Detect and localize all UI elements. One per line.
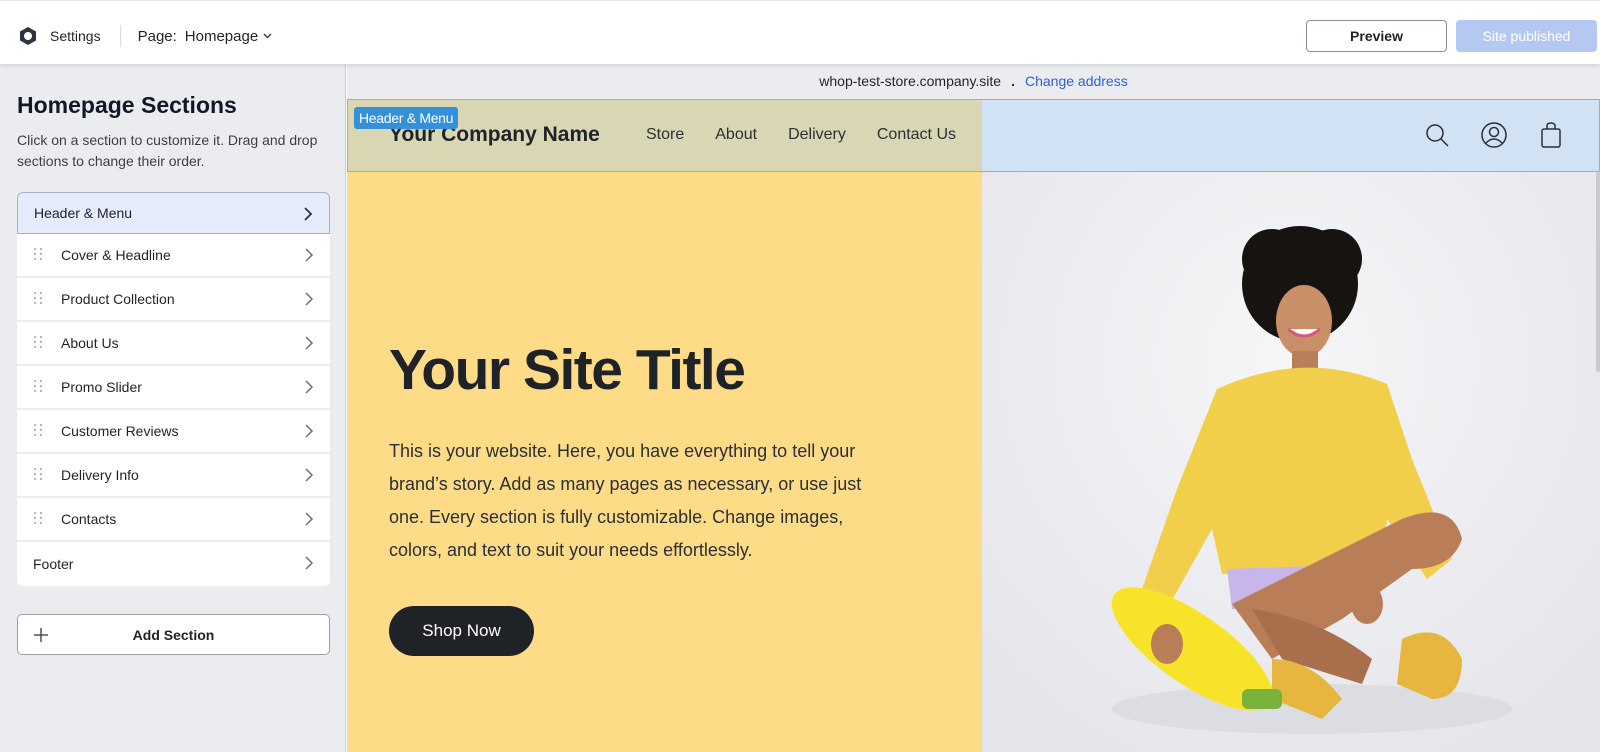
- header-icons: [1394, 121, 1565, 149]
- hero-image-panel[interactable]: [982, 99, 1600, 752]
- section-item-label: Promo Slider: [61, 379, 142, 395]
- address-separator: .: [1011, 73, 1015, 89]
- nav-item-about[interactable]: About: [715, 126, 757, 144]
- drag-handle-icon[interactable]: [34, 336, 44, 350]
- drag-handle-icon[interactable]: [34, 468, 44, 482]
- page-label: Page:: [137, 27, 177, 45]
- section-item-label: Contacts: [61, 511, 117, 527]
- divider: [119, 25, 121, 47]
- sidebar-description: Click on a section to customize it. Drag…: [17, 132, 318, 169]
- section-item-label: Product Collection: [61, 291, 175, 307]
- hero-description: This is your website. Here, you have eve…: [389, 441, 862, 560]
- sections-list: Header & Menu Cover & Headline Product C…: [17, 192, 330, 586]
- page-selector[interactable]: Homepage: [185, 28, 272, 45]
- plus-icon: [34, 628, 48, 642]
- section-item-footer[interactable]: Footer: [17, 542, 330, 586]
- site-preview-canvas: whop-test-store.company.site . Change ad…: [347, 64, 1600, 752]
- sidebar-title: Homepage Sections: [17, 92, 237, 118]
- settings-hexagon-icon[interactable]: [18, 26, 38, 46]
- chevron-down-icon: [263, 33, 272, 39]
- drag-handle-icon[interactable]: [34, 424, 44, 438]
- add-section-label: Add Section: [132, 626, 215, 643]
- page-selector-value: Homepage: [184, 27, 259, 45]
- section-item-label: About Us: [61, 335, 119, 351]
- top-bar: Settings Page: Homepage Preview Site pub…: [0, 0, 1600, 64]
- section-item-promo-slider[interactable]: Promo Slider: [17, 366, 330, 410]
- section-item-about-us[interactable]: About Us: [17, 322, 330, 366]
- site-address-bar: whop-test-store.company.site . Change ad…: [347, 64, 1600, 98]
- chevron-right-icon: [305, 424, 314, 438]
- section-item-label: Header & Menu: [34, 205, 133, 221]
- section-item-product-collection[interactable]: Product Collection: [17, 278, 330, 322]
- section-item-header-menu[interactable]: Header & Menu: [17, 192, 330, 234]
- hero-photo-image: [982, 99, 1600, 752]
- chevron-right-icon: [305, 556, 314, 570]
- site-address: whop-test-store.company.site: [819, 73, 1002, 89]
- section-item-cover-headline[interactable]: Cover & Headline: [17, 234, 330, 278]
- section-item-label: Customer Reviews: [61, 423, 179, 439]
- chevron-right-icon: [305, 512, 314, 526]
- add-section-button[interactable]: Add Section: [17, 614, 330, 655]
- drag-handle-icon[interactable]: [34, 512, 44, 526]
- account-icon[interactable]: [1480, 121, 1508, 149]
- site-header-section[interactable]: Header & Menu Your Company Name Store Ab…: [347, 99, 1600, 172]
- section-item-label: Cover & Headline: [61, 247, 171, 263]
- settings-link[interactable]: Settings: [50, 28, 101, 44]
- section-item-delivery-info[interactable]: Delivery Info: [17, 454, 330, 498]
- nav-item-contact-us[interactable]: Contact Us: [877, 126, 956, 144]
- drag-handle-icon[interactable]: [34, 248, 44, 262]
- nav-item-delivery[interactable]: Delivery: [788, 126, 846, 144]
- preview-button[interactable]: Preview: [1306, 20, 1447, 52]
- site-nav: Store About Delivery Contact Us: [646, 126, 987, 144]
- nav-item-store[interactable]: Store: [646, 126, 684, 144]
- chevron-right-icon: [305, 248, 314, 262]
- chevron-right-icon: [304, 207, 313, 221]
- chevron-right-icon: [305, 336, 314, 350]
- sections-sidebar: Homepage Sections Click on a section to …: [0, 64, 346, 752]
- site-published-button[interactable]: Site published: [1456, 20, 1597, 52]
- selected-section-tag: Header & Menu: [354, 107, 459, 129]
- cart-bag-icon[interactable]: [1537, 121, 1565, 149]
- chevron-right-icon: [305, 292, 314, 306]
- change-address-link[interactable]: Change address: [1025, 73, 1128, 89]
- chevron-right-icon: [305, 468, 314, 482]
- drag-handle-icon[interactable]: [34, 380, 44, 394]
- search-icon[interactable]: [1423, 121, 1451, 149]
- preview-scrollbar[interactable]: [1596, 172, 1600, 372]
- section-item-contacts[interactable]: Contacts: [17, 498, 330, 542]
- drag-handle-icon[interactable]: [34, 292, 44, 306]
- shop-now-button[interactable]: Shop Now: [389, 606, 534, 656]
- section-item-label: Delivery Info: [61, 467, 139, 483]
- section-item-label: Footer: [33, 556, 74, 572]
- chevron-right-icon: [305, 380, 314, 394]
- hero-title: Your Site Title: [389, 338, 746, 402]
- section-item-customer-reviews[interactable]: Customer Reviews: [17, 410, 330, 454]
- site-preview: Header & Menu Your Company Name Store Ab…: [347, 99, 1600, 752]
